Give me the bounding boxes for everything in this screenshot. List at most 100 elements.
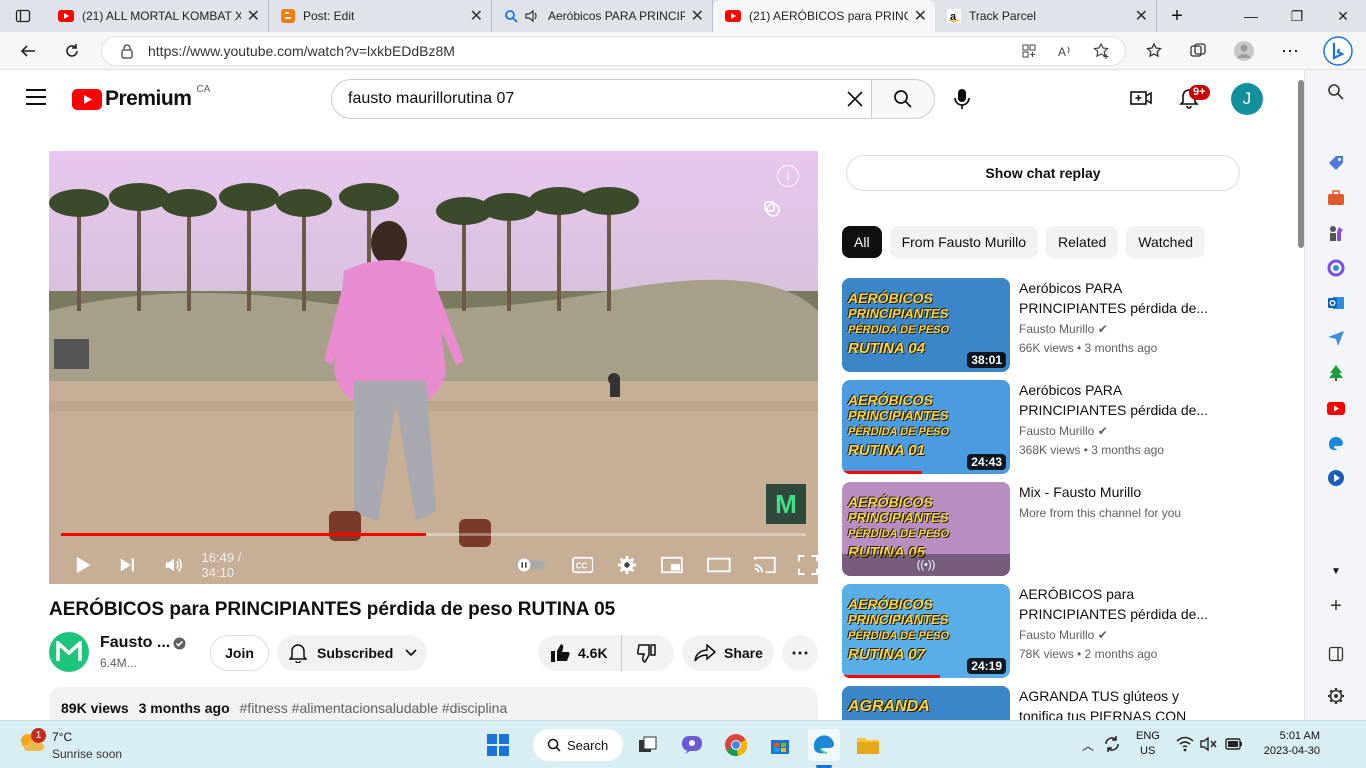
games-chess-icon[interactable] <box>1325 222 1347 244</box>
progress-bar[interactable] <box>61 533 806 536</box>
sync-icon[interactable] <box>1103 735 1121 753</box>
file-explorer-icon[interactable] <box>852 729 884 761</box>
tree-app-icon[interactable] <box>1325 362 1347 384</box>
clear-search-icon[interactable] <box>847 91 863 107</box>
related-channel[interactable]: Fausto Murillo ✔ <box>1019 322 1108 336</box>
browser-tab-1[interactable]: (21) ALL MORTAL KOMBAT X F ✕ <box>46 0 269 32</box>
close-tab-icon[interactable]: ✕ <box>691 6 704 26</box>
favorites-icon[interactable] <box>1136 32 1172 70</box>
profile-icon[interactable] <box>1226 32 1262 70</box>
volume-icon[interactable] <box>164 555 184 575</box>
search-icon[interactable] <box>1325 81 1347 103</box>
settings-gear-icon[interactable] <box>617 554 637 576</box>
channel-watermark[interactable]: M <box>766 484 806 524</box>
microsoft365-icon[interactable] <box>1325 257 1347 279</box>
show-hidden-icons[interactable]: ︿ <box>1082 737 1094 754</box>
add-sidebar-app-icon[interactable]: + <box>1325 595 1347 617</box>
task-view-icon[interactable] <box>632 729 664 761</box>
theater-mode-icon[interactable] <box>706 556 731 574</box>
channel-name[interactable]: Fausto ... <box>100 634 170 652</box>
bing-copilot-icon[interactable] <box>1320 32 1356 70</box>
send-plane-icon[interactable] <box>1325 327 1347 349</box>
related-title[interactable]: Aeróbicos PARA PRINCIPIANTES pérdida de.… <box>1019 380 1219 420</box>
edge-taskbar-icon[interactable] <box>808 729 840 761</box>
related-title[interactable]: Mix - Fausto Murillo <box>1019 482 1219 502</box>
video-thumbnail[interactable]: AERÓBICOS PRINCIPIANTES PÉRDIDA DE PESO … <box>842 482 1010 576</box>
tools-briefcase-icon[interactable] <box>1325 187 1347 209</box>
volume-muted-icon[interactable] <box>1200 736 1218 752</box>
video-player[interactable]: i M 16:49 / 34:10 CC <box>49 151 818 584</box>
read-aloud-icon[interactable]: A <box>1057 43 1073 59</box>
related-video-1[interactable]: AERÓBICOS PRINCIPIANTES PÉRDIDA DE PESO … <box>842 278 1242 372</box>
lock-icon[interactable] <box>120 43 134 59</box>
taskbar-search[interactable]: Search <box>533 729 623 761</box>
related-channel[interactable]: Fausto Murillo ✔ <box>1019 628 1108 642</box>
create-video-icon[interactable] <box>1130 89 1152 107</box>
chip-all[interactable]: All <box>842 226 882 258</box>
start-button[interactable] <box>482 729 514 761</box>
clock[interactable]: 5:01 AM 2023-04-30 <box>1254 730 1320 757</box>
subscribed-button[interactable]: Subscribed <box>277 635 427 671</box>
hide-sidebar-icon[interactable] <box>1325 643 1347 665</box>
refresh-button[interactable] <box>54 32 90 70</box>
language-indicator[interactable]: ENG US <box>1136 730 1160 757</box>
fullscreen-icon[interactable] <box>798 554 818 576</box>
video-thumbnail[interactable]: AERÓBICOS PRINCIPIANTES PÉRDIDA DE PESO … <box>842 380 1010 474</box>
related-video-5[interactable]: AGRANDA AGRANDA TUS glúteos y tonifica t… <box>842 686 1242 720</box>
subscribe-watermark-icon[interactable] <box>763 200 781 218</box>
minimize-button[interactable]: — <box>1228 0 1274 32</box>
more-actions-button[interactable]: ⋯ <box>782 635 818 671</box>
next-icon[interactable] <box>119 556 135 574</box>
browser-tab-4-active[interactable]: (21) AERÓBICOS para PRINCIP ✕ <box>713 0 935 32</box>
chat-teams-icon[interactable] <box>676 729 708 761</box>
search-button[interactable] <box>871 79 935 119</box>
video-thumbnail[interactable]: AERÓBICOS PRINCIPIANTES PÉRDIDA DE PESO … <box>842 584 1010 678</box>
restore-button[interactable]: ❐ <box>1274 0 1320 32</box>
close-tab-icon[interactable]: ✕ <box>470 6 483 26</box>
menu-icon[interactable] <box>26 89 46 105</box>
related-channel[interactable]: Fausto Murillo ✔ <box>1019 424 1108 438</box>
microsoft-store-icon[interactable] <box>764 729 796 761</box>
collections-icon[interactable] <box>1180 32 1216 70</box>
channel-avatar[interactable] <box>49 632 89 672</box>
chip-from-channel[interactable]: From Fausto Murillo <box>889 226 1039 258</box>
miniplayer-icon[interactable] <box>661 556 683 574</box>
speaker-icon[interactable] <box>524 9 540 23</box>
media-player-icon[interactable] <box>1325 467 1347 489</box>
battery-icon[interactable] <box>1224 736 1244 752</box>
edge-drop-icon[interactable] <box>1325 432 1347 454</box>
shopping-tag-icon[interactable] <box>1325 152 1347 174</box>
info-icon[interactable]: i <box>777 165 799 187</box>
wifi-icon[interactable] <box>1176 736 1194 752</box>
close-window-button[interactable]: ✕ <box>1320 0 1366 32</box>
close-tab-icon[interactable]: ✕ <box>914 6 927 26</box>
share-button[interactable]: Share <box>682 635 774 671</box>
join-button[interactable]: Join <box>210 635 269 671</box>
close-tab-icon[interactable]: ✕ <box>1135 6 1148 26</box>
chip-watched[interactable]: Watched <box>1126 226 1206 258</box>
video-thumbnail[interactable]: AERÓBICOS PRINCIPIANTES PÉRDIDA DE PESO … <box>842 278 1010 372</box>
captions-icon[interactable]: CC <box>571 556 594 574</box>
avatar[interactable]: J <box>1231 83 1263 115</box>
favorite-add-icon[interactable] <box>1093 42 1111 60</box>
tab-actions-icon[interactable] <box>0 0 46 32</box>
related-video-3-mix[interactable]: AERÓBICOS PRINCIPIANTES PÉRDIDA DE PESO … <box>842 482 1242 576</box>
autoplay-toggle[interactable] <box>515 557 546 573</box>
browser-tab-5[interactable]: a Track Parcel ✕ <box>935 0 1157 32</box>
related-video-2[interactable]: AERÓBICOS PRINCIPIANTES PÉRDIDA DE PESO … <box>842 380 1242 474</box>
related-video-4[interactable]: AERÓBICOS PRINCIPIANTES PÉRDIDA DE PESO … <box>842 584 1242 678</box>
play-icon[interactable] <box>75 555 91 575</box>
chip-related[interactable]: Related <box>1046 226 1119 258</box>
back-button[interactable] <box>10 32 46 70</box>
sidebar-settings-icon[interactable] <box>1325 685 1347 707</box>
like-button[interactable]: 4.6K <box>538 635 622 671</box>
youtube-icon[interactable] <box>1325 397 1347 419</box>
related-title[interactable]: AERÓBICOS para PRINCIPIANTES pérdida de.… <box>1019 584 1219 624</box>
app-available-icon[interactable] <box>1021 43 1037 59</box>
browser-tab-3[interactable]: Aeróbicos PARA PRINCIP ✕ <box>492 0 713 32</box>
show-chat-replay-button[interactable]: Show chat replay <box>846 155 1240 191</box>
url-bar[interactable]: https://www.youtube.com/watch?v=lxkbEDdB… <box>101 36 1126 66</box>
cast-icon[interactable] <box>753 555 777 575</box>
settings-more-icon[interactable]: ⋯ <box>1272 32 1308 70</box>
new-tab-button[interactable]: + <box>1157 0 1197 32</box>
